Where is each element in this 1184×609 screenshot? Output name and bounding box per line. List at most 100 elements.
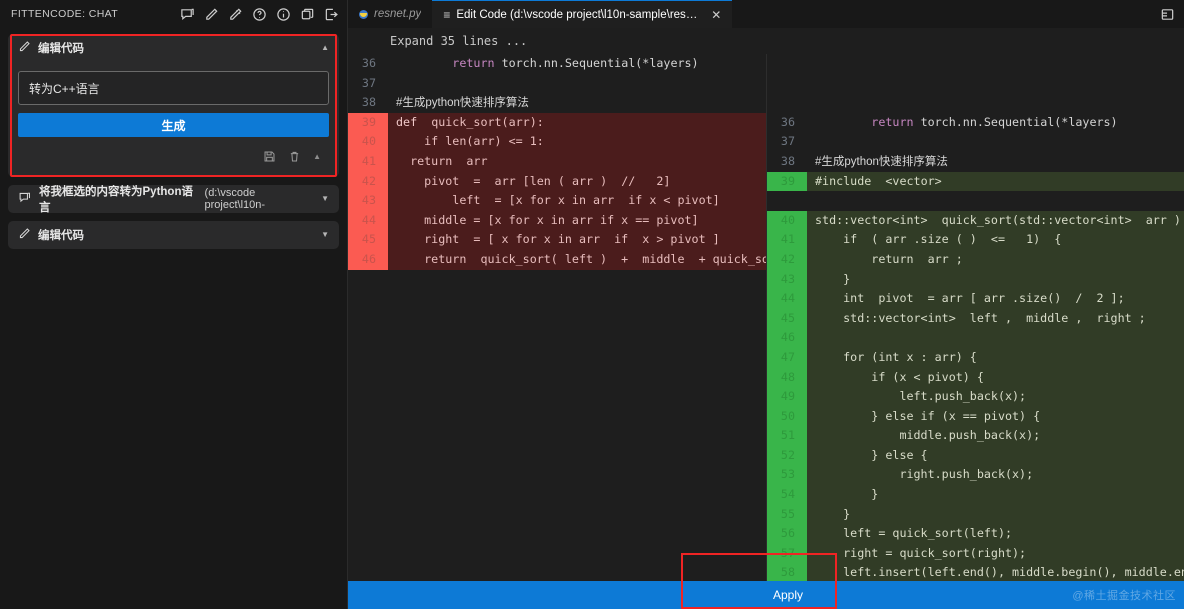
line-number: 45 (767, 308, 807, 329)
editor-area: resnet.py ≡ Edit Code (d:\vscode project… (348, 0, 1184, 609)
code-line: 44 middle = [x for x in arr if x == pivo… (348, 210, 766, 231)
code-text: if len(arr) <= 1: (396, 134, 544, 149)
tab-edit-code[interactable]: ≡ Edit Code (d:\vscode project\l10n-samp… (432, 0, 733, 28)
chat-toolbar (180, 7, 339, 22)
chevron-down-icon[interactable]: ▼ (321, 195, 329, 203)
code-text: right = quick_sort(right); (815, 545, 1027, 560)
line-number: 37 (361, 75, 376, 90)
pencil-icon (18, 227, 31, 243)
code-line: 39 def quick_sort(arr): (348, 112, 766, 133)
line-number: 39 (767, 171, 807, 192)
code-line: 46 return quick_sort( left ) + middle + … (348, 249, 766, 270)
code-text: #include <vector> (815, 173, 942, 188)
code-line: 41 return arr (348, 151, 766, 172)
chevron-down-icon[interactable]: ▼ (321, 231, 329, 239)
code-text: } else { (815, 447, 928, 462)
card-header-edit-code[interactable]: 编辑代码 ▲ (8, 34, 339, 62)
code-text: #生成python快速排序算法 (396, 97, 529, 110)
line-number: 52 (767, 445, 807, 466)
line-number: 41 (348, 151, 388, 172)
new-chat-icon[interactable] (180, 7, 195, 22)
code-text: pivot = arr [len ( arr ) // 2] (396, 173, 671, 188)
code-text: std::vector<int> left , middle , right ; (815, 310, 1146, 325)
code-text: left.insert(left.end(), middle.begin(), … (815, 565, 1184, 580)
line-number: 56 (767, 524, 807, 544)
help-icon[interactable] (252, 7, 267, 22)
card-title: 编辑代码 (38, 43, 84, 55)
convert-python-card[interactable]: 将我框选的内容转为Python语言 (d:\vscode project\l10… (8, 185, 339, 213)
code-text: if (x < pivot) { (815, 369, 984, 384)
editor-actions[interactable] (1150, 0, 1184, 28)
magic-wand-icon[interactable] (228, 7, 243, 22)
card-title: 将我框选的内容转为Python语言 (39, 186, 193, 213)
code-line: 56 left = quick_sort(left); (767, 524, 1184, 544)
diff-pane-modified[interactable]: 36 return torch.nn.Sequential(*layers) 37… (766, 54, 1184, 581)
app-root: FITTENCODE: CHAT 编辑代码 ▲ 转为C++语言 生成 ▲ 将我框… (0, 0, 1184, 609)
diff-pane-original[interactable]: 36 return torch.nn.Sequential(*layers) 37… (348, 54, 766, 581)
code-text: return torch.nn.Sequential(*layers) (452, 56, 699, 70)
edit-icon[interactable] (204, 7, 219, 22)
split-editor-icon (1161, 8, 1173, 20)
apply-bar[interactable]: Apply @稀土掘金技术社区 (348, 553, 1184, 609)
trash-icon[interactable] (288, 150, 301, 163)
code-line (767, 191, 1184, 211)
code-line: 51 middle.push_back(x); (767, 426, 1184, 446)
generate-button[interactable]: 生成 (18, 113, 329, 137)
code-text: right = [ x for x in arr if x > pivot ] (396, 232, 720, 247)
edit-code-form: 生成 ▲ (8, 62, 339, 177)
line-number: 47 (767, 347, 807, 368)
tab-resnet-py[interactable]: resnet.py (348, 0, 433, 28)
chat-titlebar: FITTENCODE: CHAT (0, 0, 347, 28)
line-number: 50 (767, 406, 807, 427)
line-number: 43 (767, 269, 807, 290)
line-number: 44 (767, 289, 807, 309)
line-number: 53 (767, 465, 807, 486)
tab-label: Edit Code (d:\vscode project\l10n-sample… (456, 8, 702, 21)
chevron-up-icon[interactable]: ▲ (321, 44, 329, 52)
code-line: 42 return arr ; (767, 249, 1184, 270)
prompt-input[interactable] (18, 71, 329, 105)
expand-lines-row[interactable]: Expand 35 lines ... (348, 28, 1184, 54)
edit-code-card-collapsed[interactable]: 编辑代码 ▼ (8, 221, 339, 249)
code-text: #生成python快速排序算法 (815, 155, 948, 168)
card-header-convert-python[interactable]: 将我框选的内容转为Python语言 (d:\vscode project\l10… (8, 185, 339, 213)
line-number: 46 (767, 328, 807, 348)
card-header-edit-code-2[interactable]: 编辑代码 ▼ (8, 221, 339, 249)
line-number: 36 (780, 114, 795, 129)
history-icon[interactable] (300, 7, 315, 22)
line-number: 45 (348, 230, 388, 250)
diff-viewer: 36 return torch.nn.Sequential(*layers) 37… (348, 54, 1184, 581)
code-line: 46 (767, 328, 1184, 348)
line-number: 40 (348, 132, 388, 152)
apply-button-label[interactable]: Apply (370, 588, 1184, 602)
python-file-icon (359, 9, 368, 19)
code-line: 49 left.push_back(x); (767, 387, 1184, 407)
line-number: 43 (348, 191, 388, 211)
code-line: 44 int pivot = arr [ arr .size() / 2 ]; (767, 289, 1184, 309)
code-text: return quick_sort( left ) + middle + qui… (424, 251, 766, 266)
line-number: 40 (767, 210, 807, 231)
code-text: left.push_back(x); (815, 389, 1027, 404)
close-icon[interactable]: ✕ (711, 9, 721, 21)
line-number: 37 (780, 134, 795, 149)
card-tool-row: ▲ (18, 141, 329, 171)
code-line: 52 } else { (767, 445, 1184, 466)
info-icon[interactable] (276, 7, 291, 22)
chat-bubble-icon (18, 191, 32, 207)
code-line: 38 #生成python快速排序算法 (767, 152, 1184, 172)
line-number: 38 (361, 95, 376, 110)
code-text: } (815, 506, 851, 521)
line-number: 36 (361, 56, 376, 70)
code-line: 45 right = [ x for x in arr if x > pivot… (348, 230, 766, 250)
code-text: } (815, 271, 851, 286)
card-subtitle: (d:\vscode project\l10n- (204, 187, 266, 211)
open-external-icon[interactable] (324, 7, 339, 22)
edit-code-card-expanded: 编辑代码 ▲ 生成 ▲ (8, 34, 339, 177)
save-icon[interactable] (263, 150, 276, 163)
tabbar-filler (732, 0, 1150, 28)
collapse-icon[interactable]: ▲ (313, 152, 321, 161)
watermark: @稀土掘金技术社区 (1072, 590, 1176, 602)
diff-list-icon: ≡ (443, 7, 451, 22)
